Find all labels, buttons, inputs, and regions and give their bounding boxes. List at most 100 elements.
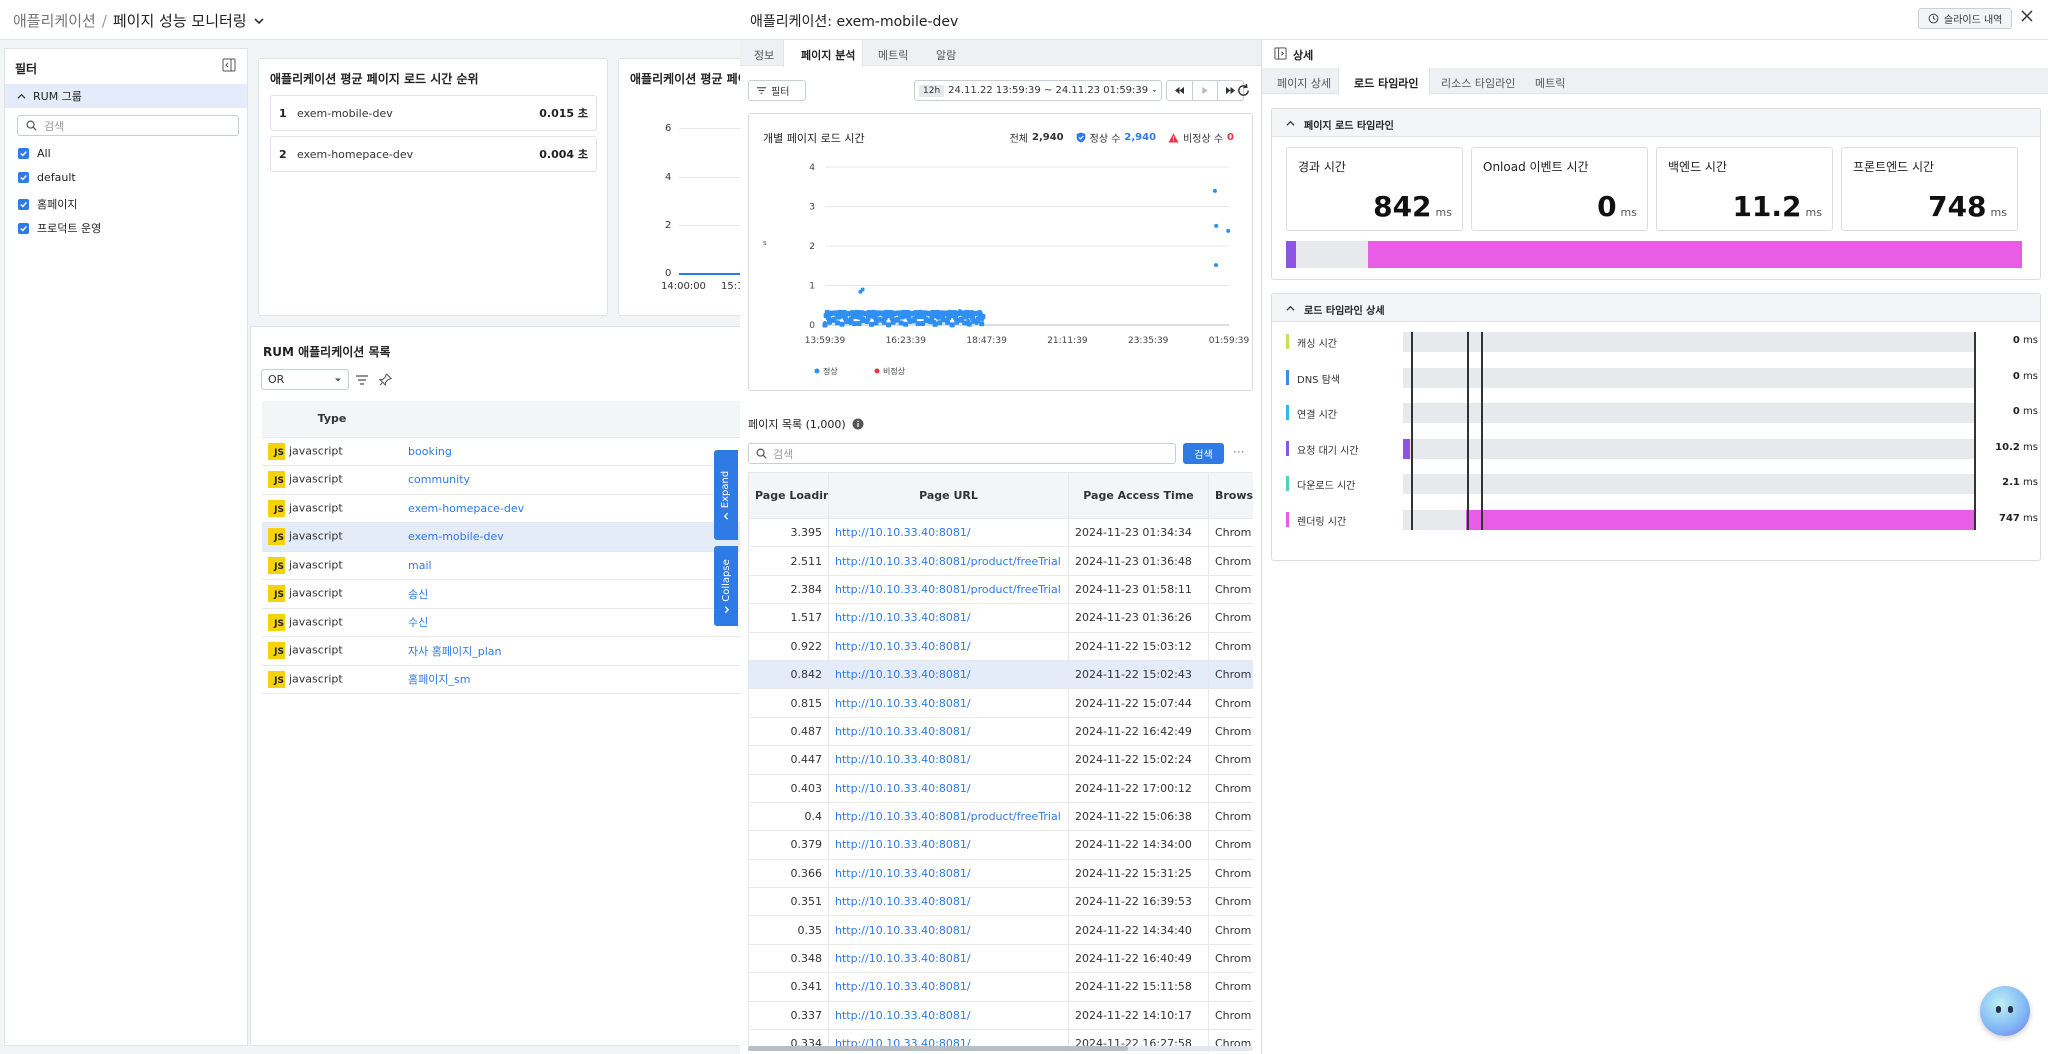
- timeline-row[interactable]: 렌더링 시간 747 ms: [1286, 509, 2038, 530]
- page-title[interactable]: 페이지 성능 모니터링: [113, 10, 247, 31]
- table-row[interactable]: 0.366 http://10.10.33.40:8081/2024-11-22 …: [748, 858, 1253, 889]
- chevron-up-icon[interactable]: [1286, 304, 1295, 313]
- panel-collapse-icon[interactable]: [1274, 47, 1287, 60]
- col-header-browser[interactable]: Brows: [1208, 472, 1253, 519]
- collapse-button[interactable]: Collapse: [714, 546, 738, 626]
- section-header[interactable]: [1272, 294, 2040, 322]
- page-url-link[interactable]: http://10.10.33.40:8081/product/freeTria…: [828, 801, 1069, 832]
- table-row[interactable]: JS javascript 홈페이지_sm: [262, 665, 750, 694]
- checkbox-checked-icon[interactable]: [18, 222, 29, 234]
- play-icon[interactable]: [1193, 81, 1219, 100]
- refresh-icon[interactable]: [1236, 83, 1251, 98]
- app-name-link[interactable]: 자사 홈페이지_plan: [402, 636, 750, 666]
- page-url-link[interactable]: http://10.10.33.40:8081/: [828, 915, 1069, 945]
- page-search-button[interactable]: 검색: [1183, 443, 1224, 464]
- assistant-bot-icon[interactable]: [1980, 986, 2030, 1036]
- table-row[interactable]: 0.815 http://10.10.33.40:8081/2024-11-22 …: [748, 688, 1253, 718]
- filter-icon[interactable]: [355, 373, 369, 387]
- rank-row[interactable]: 2 exem-homepace-dev 0.004 초: [270, 136, 597, 172]
- table-row[interactable]: 0.922 http://10.10.33.40:8081/2024-11-22 …: [748, 631, 1253, 661]
- filter-item[interactable]: 프로덕트 운영: [18, 220, 101, 236]
- checkbox-checked-icon[interactable]: [18, 198, 29, 210]
- app-name-link[interactable]: exem-mobile-dev: [402, 522, 750, 552]
- page-search-input[interactable]: 검색: [748, 443, 1176, 464]
- scrollbar-thumb[interactable]: [748, 1046, 1128, 1051]
- table-row[interactable]: 0.447 http://10.10.33.40:8081/2024-11-22 …: [748, 745, 1253, 775]
- app-name-link[interactable]: mail: [402, 551, 750, 580]
- app-name-link[interactable]: community: [402, 465, 750, 495]
- frontend-segment[interactable]: [1368, 241, 2022, 268]
- page-url-link[interactable]: http://10.10.33.40:8081/: [828, 972, 1069, 1002]
- app-name-link[interactable]: booking: [402, 437, 750, 466]
- table-row[interactable]: JS javascript 송신: [262, 579, 750, 609]
- page-url-link[interactable]: http://10.10.33.40:8081/: [828, 943, 1069, 974]
- tab-metric[interactable]: 메트릭: [878, 47, 908, 63]
- horizontal-scrollbar[interactable]: [748, 1046, 1253, 1051]
- more-icon[interactable]: ···: [1233, 445, 1244, 459]
- tab-load-timeline[interactable]: 로드 타임라인: [1354, 75, 1419, 91]
- table-row[interactable]: 3.395 http://10.10.33.40:8081/2024-11-23 …: [748, 517, 1253, 548]
- col-header-url[interactable]: Page URL: [828, 472, 1069, 519]
- table-row[interactable]: 0.337 http://10.10.33.40:8081/2024-11-22 …: [748, 1000, 1253, 1031]
- expand-button[interactable]: Expand: [714, 450, 738, 540]
- table-row[interactable]: 0.351 http://10.10.33.40:8081/2024-11-22 …: [748, 887, 1253, 917]
- table-row[interactable]: 0.379 http://10.10.33.40:8081/2024-11-22 …: [748, 830, 1253, 860]
- table-row[interactable]: 0.35 http://10.10.33.40:8081/2024-11-22 1…: [748, 915, 1253, 945]
- table-row[interactable]: 2.511 http://10.10.33.40:8081/product/fre…: [748, 546, 1253, 576]
- table-row[interactable]: JS javascript community: [262, 465, 750, 495]
- page-url-link[interactable]: http://10.10.33.40:8081/: [828, 887, 1069, 917]
- rum-group-header[interactable]: RUM 그룹: [5, 84, 247, 108]
- timeline-row[interactable]: 다운로드 시간 2.1 ms: [1286, 474, 2038, 494]
- col-header-load[interactable]: Page Loading...: [748, 472, 829, 519]
- page-url-link[interactable]: http://10.10.33.40:8081/: [828, 1000, 1069, 1031]
- table-row[interactable]: JS javascript booking: [262, 437, 750, 466]
- table-row[interactable]: JS javascript mail: [262, 551, 750, 580]
- table-row[interactable]: JS javascript 수신: [262, 608, 750, 637]
- table-row-selected[interactable]: JS javascript exem-mobile-dev: [262, 522, 750, 552]
- tab-detail-metric[interactable]: 메트릭: [1535, 75, 1565, 91]
- pin-icon[interactable]: [379, 373, 392, 386]
- page-url-link[interactable]: http://10.10.33.40:8081/: [828, 716, 1069, 747]
- page-url-link[interactable]: http://10.10.33.40:8081/product/freeTria…: [828, 546, 1069, 576]
- rank-row[interactable]: 1 exem-mobile-dev 0.015 초: [270, 95, 597, 131]
- page-url-link[interactable]: http://10.10.33.40:8081/: [828, 858, 1069, 889]
- table-row[interactable]: JS javascript 자사 홈페이지_plan: [262, 636, 750, 666]
- page-url-link[interactable]: http://10.10.33.40:8081/: [828, 517, 1069, 548]
- page-url-link[interactable]: http://10.10.33.40:8081/: [828, 745, 1069, 775]
- app-name-link[interactable]: exem-homepace-dev: [402, 494, 750, 523]
- tab-page-detail[interactable]: 페이지 상세: [1277, 75, 1331, 91]
- col-header-type[interactable]: Type: [262, 401, 402, 438]
- table-row[interactable]: 0.341 http://10.10.33.40:8081/2024-11-22 …: [748, 972, 1253, 1002]
- timeline-row[interactable]: DNS 탐색 0 ms: [1286, 367, 2038, 388]
- filter-item[interactable]: default: [18, 171, 76, 184]
- table-row[interactable]: 0.403 http://10.10.33.40:8081/2024-11-22 …: [748, 773, 1253, 803]
- chevron-up-icon[interactable]: [1286, 119, 1295, 128]
- collapse-sidebar-icon[interactable]: [221, 57, 237, 73]
- tab-info[interactable]: 정보: [754, 47, 774, 63]
- time-range-picker[interactable]: 12h 24.11.22 13:59:39 ~ 24.11.23 01:59:3…: [914, 80, 1162, 101]
- table-row[interactable]: 0.348 http://10.10.33.40:8081/2024-11-22 …: [748, 943, 1253, 974]
- page-url-link[interactable]: http://10.10.33.40:8081/product/freeTria…: [828, 574, 1069, 605]
- app-name-link[interactable]: 송신: [402, 579, 750, 609]
- filter-item[interactable]: 홈페이지: [18, 196, 77, 212]
- rewind-icon[interactable]: [1167, 81, 1193, 100]
- app-name-link[interactable]: 홈페이지_sm: [402, 665, 750, 694]
- timeline-row[interactable]: 캐싱 시간 0 ms: [1286, 332, 2038, 352]
- slide-history-button[interactable]: 슬라이드 내역: [1918, 8, 2013, 29]
- info-icon[interactable]: [852, 418, 864, 430]
- chevron-down-icon[interactable]: [253, 15, 265, 27]
- backend-segment[interactable]: [1286, 241, 1296, 268]
- tab-page-analysis[interactable]: 페이지 분석: [801, 47, 855, 63]
- table-row[interactable]: 0.4 http://10.10.33.40:8081/product/freeT…: [748, 801, 1253, 832]
- filter-item[interactable]: All: [18, 147, 51, 160]
- timeline-row[interactable]: 요청 대기 시간 10.2 ms: [1286, 438, 2038, 459]
- page-url-link[interactable]: http://10.10.33.40:8081/: [828, 773, 1069, 803]
- app-name-link[interactable]: 수신: [402, 608, 750, 637]
- col-header-time[interactable]: Page Access Time: [1068, 472, 1209, 519]
- page-url-link[interactable]: http://10.10.33.40:8081/: [828, 688, 1069, 718]
- scatter-plot[interactable]: 0 1 2 3 4 s 13:59:39 16:23:39 18:47:39 21:11:39 23…: [749, 114, 1254, 392]
- tab-resource-timeline[interactable]: 리소스 타임라인: [1441, 75, 1515, 91]
- timeline-row[interactable]: 연결 시간 0 ms: [1286, 403, 2038, 423]
- operator-select[interactable]: OR: [261, 369, 349, 390]
- filter-search-input[interactable]: 검색: [17, 115, 239, 136]
